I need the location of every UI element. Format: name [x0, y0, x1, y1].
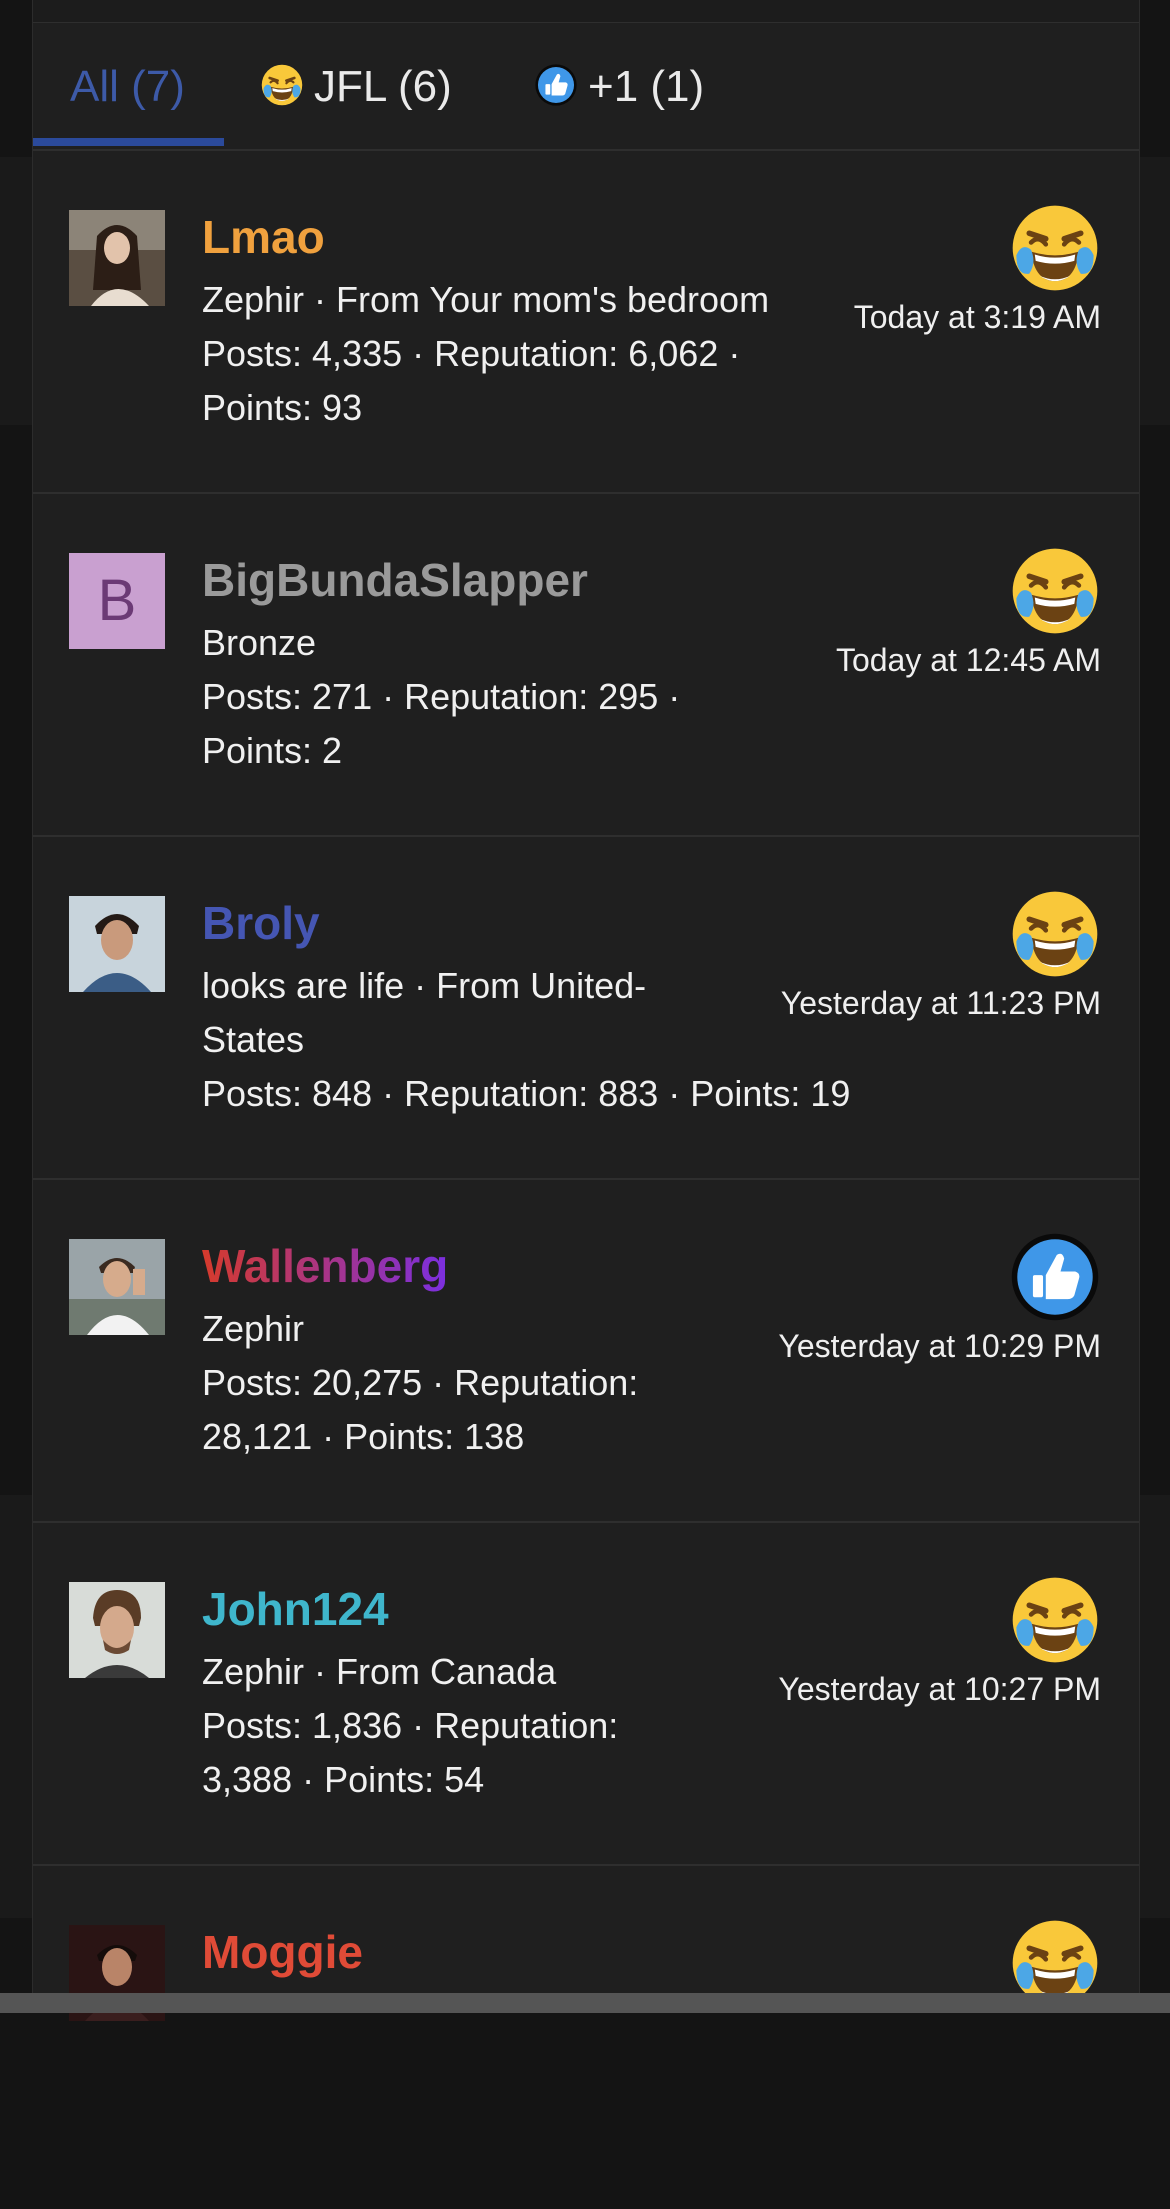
user-stats: Points: 2 — [202, 730, 343, 771]
jfl-emoji-icon — [1009, 545, 1101, 637]
username-link[interactable]: Wallenberg — [202, 1239, 448, 1293]
tab-plus-one-label: +1 (1) — [588, 62, 705, 111]
user-stats: Posts: 271 · Reputation: 295 · — [202, 676, 681, 717]
reaction-tabs: All (7) JFL (6) +1 (1) — [33, 22, 1139, 151]
username-link[interactable]: BigBundaSlapper — [202, 553, 588, 607]
jfl-emoji-icon — [1009, 202, 1101, 294]
reactions-overlay: All (7) JFL (6) +1 (1) Lmao Zephir · Fro… — [32, 0, 1140, 2021]
list-item: Broly looks are life · From United- Stat… — [33, 837, 1139, 1180]
user-title-location: looks are life · From United- — [202, 965, 647, 1006]
bottom-bar — [0, 1993, 1170, 2013]
user-stats: Posts: 4,335 · Reputation: 6,062 · — [202, 333, 741, 374]
username-link[interactable]: Moggie — [202, 1925, 363, 1979]
avatar[interactable] — [69, 1239, 165, 1335]
avatar[interactable] — [69, 210, 165, 306]
list-item: B BigBundaSlapper Bronze Posts: 271 · Re… — [33, 494, 1139, 837]
avatar[interactable]: B — [69, 553, 165, 649]
list-item: Moggie — [33, 1866, 1139, 2209]
list-item: Lmao Zephir · From Your mom's bedroom Po… — [33, 151, 1139, 494]
user-meta: Bronze Posts: 271 · Reputation: 295 · Po… — [202, 616, 680, 778]
user-stats: Posts: 848 · Reputation: 883 · Points: 1… — [202, 1073, 851, 1114]
avatar[interactable] — [69, 1582, 165, 1678]
tab-jfl-label: JFL (6) — [314, 62, 452, 111]
list-item: Wallenberg Zephir Posts: 20,275 · Reputa… — [33, 1180, 1139, 1523]
user-title-location: States — [202, 1019, 305, 1060]
jfl-emoji-icon — [1009, 888, 1101, 980]
user-stats: 28,121 · Points: 138 — [202, 1416, 525, 1457]
reaction-time: Yesterday at 10:27 PM — [778, 1671, 1101, 1707]
active-tab-indicator — [33, 138, 224, 146]
tab-jfl[interactable]: JFL (6) — [260, 62, 452, 112]
reaction-list: Lmao Zephir · From Your mom's bedroom Po… — [33, 151, 1139, 2209]
username-link[interactable]: Broly — [202, 896, 320, 950]
reaction-time: Today at 3:19 AM — [853, 299, 1101, 335]
user-title-location: Zephir · From Canada — [202, 1651, 557, 1692]
user-meta: looks are life · From United- States Pos… — [202, 959, 850, 1121]
tab-plus-one[interactable]: +1 (1) — [534, 62, 704, 112]
reaction-time: Yesterday at 10:29 PM — [778, 1328, 1101, 1364]
overlay-top-strip — [33, 0, 1139, 23]
user-meta: Zephir Posts: 20,275 · Reputation: 28,12… — [202, 1302, 638, 1464]
avatar[interactable] — [69, 896, 165, 992]
username-link[interactable]: Lmao — [202, 210, 325, 264]
tab-all[interactable]: All (7) — [70, 62, 185, 112]
jfl-emoji-icon — [260, 63, 304, 107]
reaction-time: Today at 12:45 AM — [835, 642, 1101, 678]
user-stats: Posts: 20,275 · Reputation: — [202, 1362, 639, 1403]
user-stats: Points: 93 — [202, 387, 363, 428]
username-link[interactable]: John124 — [202, 1582, 389, 1636]
user-stats: Posts: 1,836 · Reputation: — [202, 1705, 619, 1746]
thumbs-up-icon — [1009, 1231, 1101, 1323]
jfl-emoji-icon — [1009, 1574, 1101, 1666]
user-meta: Zephir · From Your mom's bedroom Posts: … — [202, 273, 769, 435]
user-title-location: Zephir — [202, 1308, 305, 1349]
user-stats: 3,388 · Points: 54 — [202, 1759, 485, 1800]
user-meta: Zephir · From Canada Posts: 1,836 · Repu… — [202, 1645, 618, 1807]
user-title-location: Zephir · From Your mom's bedroom — [202, 279, 770, 320]
list-item: John124 Zephir · From Canada Posts: 1,83… — [33, 1523, 1139, 1866]
reaction-time: Yesterday at 11:23 PM — [780, 985, 1101, 1021]
user-title-location: Bronze — [202, 622, 317, 663]
thumbs-up-icon — [534, 63, 578, 107]
